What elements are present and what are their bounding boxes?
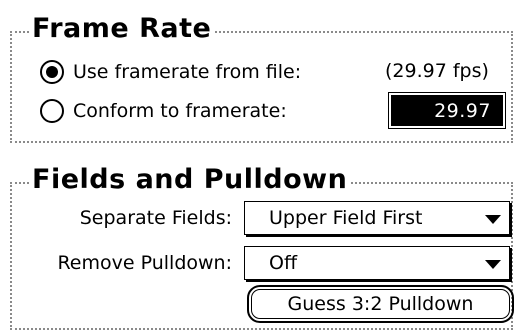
dropdown-arrow-icon — [485, 260, 501, 269]
conform-framerate-value: 29.97 — [434, 100, 491, 122]
separate-fields-label: Separate Fields: — [79, 207, 232, 229]
use-framerate-from-file-option[interactable]: Use framerate from file: — [40, 56, 301, 88]
file-fps-note: (29.97 fps) — [385, 60, 489, 82]
remove-pulldown-label: Remove Pulldown: — [57, 252, 232, 274]
guess-pulldown-button[interactable]: Guess 3:2 Pulldown — [247, 285, 514, 323]
separate-fields-popup[interactable]: Upper Field First — [244, 201, 510, 235]
conform-framerate-field[interactable]: 29.97 — [388, 92, 506, 129]
remove-pulldown-popup[interactable]: Off — [244, 246, 510, 280]
conform-radio-icon[interactable] — [40, 99, 64, 123]
conform-label: Conform to framerate: — [73, 100, 287, 122]
conform-to-framerate-option[interactable]: Conform to framerate: — [40, 95, 287, 127]
remove-pulldown-value: Off — [269, 252, 298, 274]
dropdown-arrow-icon — [485, 215, 501, 224]
use-framerate-label: Use framerate from file: — [73, 61, 302, 83]
use-framerate-radio-icon[interactable] — [40, 60, 64, 84]
separate-fields-value: Upper Field First — [269, 207, 423, 229]
frame-rate-title: Frame Rate — [30, 13, 216, 45]
fields-pulldown-title: Fields and Pulldown — [30, 164, 352, 196]
